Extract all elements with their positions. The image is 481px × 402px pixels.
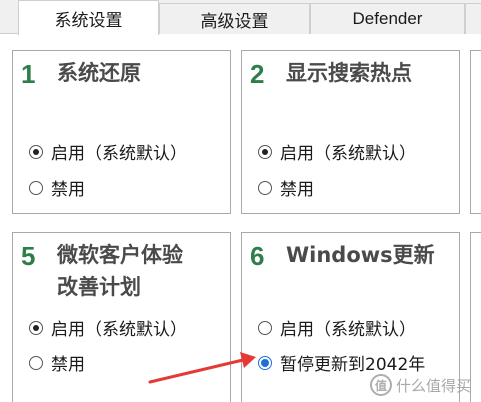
radio-unchecked-icon[interactable] [29,180,43,195]
card-header: 1 系统还原 [21,57,141,91]
card-title: 系统还原 [57,61,141,85]
option-label: 启用（系统默认） [280,320,416,340]
card-title-line1: 微软客户体验 [57,243,183,267]
option-enable[interactable]: 启用（系统默认） [258,315,416,340]
card-partial-right-top [470,50,481,214]
option-label: 暂停更新到2042年 [280,355,426,375]
card-number: 6 [250,241,265,271]
radio-checked-icon[interactable] [29,144,43,159]
option-enable[interactable]: 启用（系统默认） [29,315,187,340]
card-header: 5 微软客户体验 改善计划 [21,239,183,303]
card-partial-right-bottom [470,232,481,402]
radio-unchecked-icon[interactable] [29,355,43,370]
tab-bar: 系统设置 高级设置 Defender [0,0,481,35]
tab-system-settings[interactable]: 系统设置 [18,0,159,35]
option-disable[interactable]: 禁用 [29,350,85,375]
option-disable[interactable]: 禁用 [29,175,85,200]
card-system-restore: 1 系统还原 启用（系统默认） 禁用 [12,50,231,214]
card-search-highlights: 2 显示搜索热点 启用（系统默认） 禁用 [241,50,460,214]
radio-checked-icon[interactable] [258,144,272,159]
option-disable[interactable]: 禁用 [258,175,314,200]
option-label: 禁用 [280,180,314,200]
option-label: 启用（系统默认） [51,320,187,340]
card-number: 1 [21,59,36,89]
card-number: 2 [250,59,265,89]
option-enable[interactable]: 启用（系统默认） [29,139,187,164]
tab-defender[interactable]: Defender [310,3,465,34]
card-title: 显示搜索热点 [286,61,412,85]
tab-advanced-settings[interactable]: 高级设置 [159,3,310,34]
option-label: 启用（系统默认） [280,144,416,164]
card-header: 6 Windows更新 [250,239,435,273]
card-number: 5 [21,241,36,271]
option-pause-updates[interactable]: 暂停更新到2042年 [258,350,425,375]
tab-more[interactable] [465,3,481,34]
radio-unchecked-icon[interactable] [258,320,272,335]
card-title: 微软客户体验 改善计划 [57,239,183,303]
option-label: 启用（系统默认） [51,144,187,164]
card-title: Windows更新 [286,243,435,267]
option-enable[interactable]: 启用（系统默认） [258,139,416,164]
option-label: 禁用 [51,355,85,375]
card-customer-experience: 5 微软客户体验 改善计划 启用（系统默认） 禁用 [12,232,231,402]
radio-checked-icon[interactable] [258,355,272,370]
option-label: 禁用 [51,180,85,200]
card-title-line2: 改善计划 [57,275,141,299]
radio-checked-icon[interactable] [29,320,43,335]
card-header: 2 显示搜索热点 [250,57,412,91]
watermark-logo-icon: 值 [369,374,392,396]
watermark-text: 什么值得买 [395,376,471,395]
settings-panel: 1 系统还原 启用（系统默认） 禁用 2 显示搜索热点 启用（系统默认） 禁用 [0,34,481,402]
radio-unchecked-icon[interactable] [258,180,272,195]
watermark: 值 什么值得买 [369,374,471,396]
